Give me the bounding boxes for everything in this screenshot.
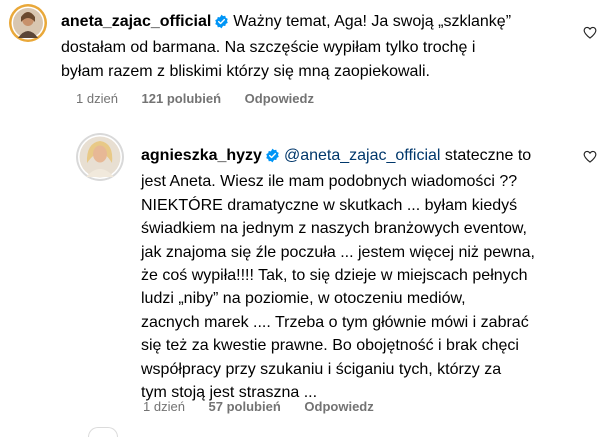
comment-aneta: aneta_zajac_official Ważny temat, Aga! Ja… — [0, 0, 611, 120]
comment-line: dostałam od barmana. Na szczęście wypiła… — [61, 39, 476, 57]
comment-line: się też za kwestie prawne. Bo obojętność… — [141, 337, 519, 355]
reply-button[interactable]: Odpowiedz — [304, 399, 373, 414]
comment-line: świadkiem na jednym z naszych branżowych… — [141, 220, 527, 238]
comment-meta: 1 dzień 57 polubień Odpowiedz — [143, 399, 394, 414]
mention-link[interactable]: @aneta_zajac_official — [284, 147, 441, 164]
avatar[interactable] — [76, 133, 124, 181]
comment-line: zacnych marek .... Trzeba o tym głównie … — [141, 313, 529, 331]
comment-line: współpracy przy szukaniu i ściganiu tych… — [141, 360, 502, 378]
comment-line: jak znajoma się źle poczuła ... jestem w… — [141, 243, 535, 261]
likes-count[interactable]: 57 polubień — [209, 399, 281, 414]
comment-line: Ważny temat, Aga! Ja swoją „szklankę” — [233, 13, 512, 30]
comment-line: że coś wypiła!!!! Tak, to się dzieje w m… — [141, 267, 528, 285]
comment-line: byłam razem z bliskimi którzy się mną za… — [61, 62, 430, 80]
comment-meta: 1 dzień 121 polubień Odpowiedz — [76, 91, 334, 106]
verified-badge-icon — [214, 13, 229, 36]
username[interactable]: agnieszka_hyzy — [141, 147, 262, 164]
username[interactable]: aneta_zajac_official — [61, 13, 211, 30]
timestamp: 1 dzień — [76, 91, 118, 106]
comment-line: stateczne to — [444, 147, 532, 164]
comment-text: aneta_zajac_official Ważny temat, Aga! Ja… — [61, 10, 571, 83]
comment-text: agnieszka_hyzy @aneta_zajac_official stat… — [141, 144, 571, 404]
comment-line: NIEKTÓRE dramatyczne w skutkach ... była… — [141, 196, 518, 214]
next-comment-avatar-partial — [88, 427, 118, 437]
verified-badge-icon — [265, 147, 280, 170]
heart-icon[interactable] — [583, 150, 597, 168]
reply-button[interactable]: Odpowiedz — [245, 91, 314, 106]
comment-agnieszka: agnieszka_hyzy @aneta_zajac_official stat… — [0, 120, 611, 420]
avatar[interactable] — [9, 4, 47, 42]
comment-line: ludzi „niby” na poziomie, w otoczeniu me… — [141, 290, 466, 308]
timestamp: 1 dzień — [143, 399, 185, 414]
heart-icon[interactable] — [583, 26, 597, 44]
likes-count[interactable]: 121 polubień — [142, 91, 221, 106]
comment-line: jest Aneta. Wiesz ile mam podobnych wiad… — [141, 173, 518, 191]
